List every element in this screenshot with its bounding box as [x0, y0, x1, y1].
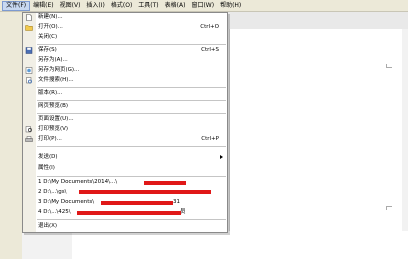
menu-item-open[interactable]: 打开(O)... Ctrl+O: [23, 23, 227, 32]
recent-file-1[interactable]: 1 D:\My Documents\2014\...\: [23, 178, 227, 187]
file-menu-dropdown: 新建(N)... 打开(O)... Ctrl+O 关闭(C) 保存(S) Ctr…: [22, 12, 228, 233]
menu-item-properties[interactable]: 属性(I): [23, 164, 227, 173]
menu-item-send-to[interactable]: 发送(D): [23, 153, 227, 162]
redaction-mark: [101, 201, 173, 205]
open-folder-icon: [25, 25, 33, 31]
menu-item-print-preview[interactable]: 打印预览(V): [23, 125, 227, 134]
menu-bar: 文件(F) 编辑(E) 视图(V) 插入(I) 格式(O) 工具(T) 表格(A…: [0, 0, 408, 12]
menu-insert[interactable]: 插入(I): [83, 1, 107, 11]
menu-separator: [37, 87, 226, 88]
menu-separator: [37, 176, 226, 177]
menu-help[interactable]: 帮助(H): [217, 1, 244, 11]
save-disk-icon: [25, 47, 33, 54]
redaction-mark: [144, 181, 186, 185]
left-toolbar-strip: [0, 12, 22, 259]
menu-format[interactable]: 格式(O): [108, 1, 135, 11]
menu-item-new[interactable]: 新建(N)...: [23, 13, 227, 22]
menu-file[interactable]: 文件(F): [2, 0, 31, 11]
document-page[interactable]: [229, 29, 402, 251]
file-search-icon: [26, 77, 32, 84]
print-preview-icon: [25, 126, 32, 133]
menu-item-versions[interactable]: 版本(R)...: [23, 89, 227, 98]
menu-item-exit[interactable]: 退出(X): [23, 222, 227, 231]
menu-separator: [37, 219, 226, 220]
menu-separator: [37, 44, 226, 45]
menu-item-print[interactable]: 打印(P)... Ctrl+P: [23, 135, 227, 144]
page-corner-mark: [386, 64, 392, 68]
new-document-icon: [26, 14, 32, 21]
menu-item-close[interactable]: 关闭(C): [23, 33, 227, 42]
menu-item-save[interactable]: 保存(S) Ctrl+S: [23, 46, 227, 55]
menu-item-web-preview[interactable]: 网页预览(B): [23, 102, 227, 111]
menu-item-save-as-web[interactable]: 另存为网页(G)...: [23, 66, 227, 75]
page-corner-mark: [386, 206, 392, 210]
menu-item-file-search[interactable]: 文件搜索(H)...: [23, 76, 227, 85]
menu-item-save-as[interactable]: 另存为(A)...: [23, 56, 227, 65]
web-page-icon: [25, 67, 33, 74]
menu-edit[interactable]: 编辑(E): [30, 1, 56, 11]
redaction-mark: [77, 211, 181, 215]
menu-separator: [37, 113, 226, 114]
menu-tools[interactable]: 工具(T): [135, 1, 161, 11]
menu-table[interactable]: 表格(A): [162, 1, 189, 11]
document-page-lower[interactable]: [72, 231, 408, 259]
printer-icon: [25, 136, 33, 142]
menu-separator: [37, 100, 226, 101]
menu-window[interactable]: 窗口(W): [188, 1, 217, 11]
menu-separator: [37, 146, 226, 147]
menu-view[interactable]: 视图(V): [57, 1, 84, 11]
redaction-mark: [79, 190, 211, 194]
submenu-arrow-icon: [220, 155, 223, 159]
menu-item-page-setup[interactable]: 页面设置(U)...: [23, 115, 227, 124]
